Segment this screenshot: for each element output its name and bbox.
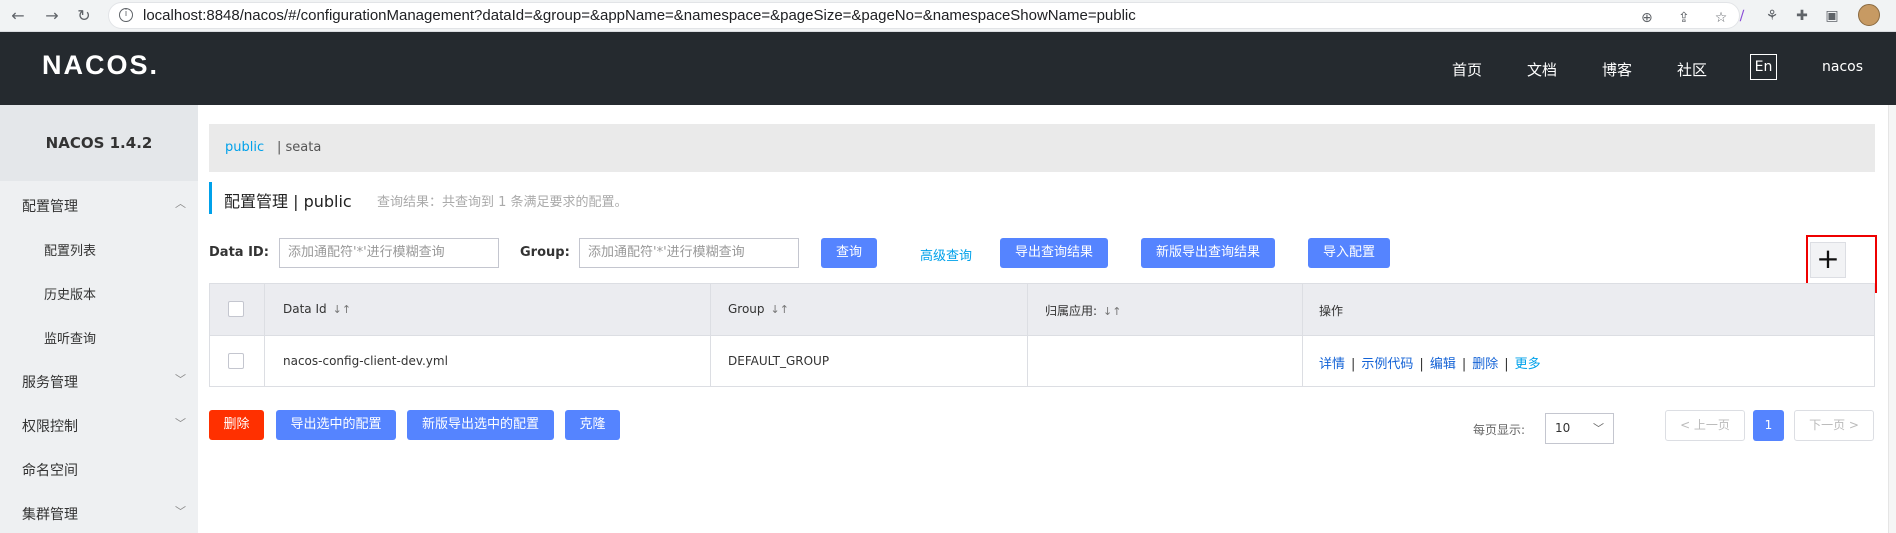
bookmark-star-icon[interactable]: ☆ <box>1711 10 1731 26</box>
extension-pen-icon[interactable]: ∕ <box>1732 6 1752 26</box>
result-summary: 查询结果：共查询到 1 条满足要求的配置。 <box>377 195 628 210</box>
nacos-logo[interactable]: NACOS. <box>42 50 159 81</box>
header-label: Group <box>728 302 765 316</box>
export-results-button[interactable]: 导出查询结果 <box>1000 238 1108 268</box>
add-config-button[interactable]: + <box>1810 242 1846 278</box>
namespace-seata[interactable]: | seata <box>277 140 321 155</box>
query-button[interactable]: 查询 <box>821 238 877 268</box>
sidebar-item-cluster-management[interactable]: 集群管理 ﹀ <box>0 493 198 533</box>
url-text[interactable]: localhost:8848/nacos/#/configurationMana… <box>143 7 1136 24</box>
sort-icon[interactable]: ↓↑ <box>1103 305 1121 318</box>
user-menu[interactable]: nacos <box>1822 59 1863 75</box>
details-link[interactable]: 详情 <box>1319 357 1345 372</box>
site-info-icon[interactable]: i <box>119 8 133 22</box>
extensions-puzzle-icon[interactable]: ✚ <box>1792 6 1812 26</box>
column-divider <box>1027 284 1028 386</box>
row-checkbox[interactable] <box>228 353 244 369</box>
sort-icon[interactable]: ↓↑ <box>771 303 789 316</box>
sort-icon[interactable]: ↓↑ <box>333 303 351 316</box>
top-navbar: NACOS. 首页 文档 博客 社区 En nacos <box>0 32 1896 105</box>
table-header: Data Id ↓↑ Group ↓↑ 归属应用: ↓↑ 操作 <box>210 284 1874 336</box>
chevron-down-icon: ﹀ <box>175 417 186 430</box>
sidebar-item-service-management[interactable]: 服务管理 ﹀ <box>0 361 198 401</box>
cell-data-id: nacos-config-client-dev.yml <box>283 354 448 368</box>
header-group[interactable]: Group ↓↑ <box>728 302 789 316</box>
import-config-button[interactable]: 导入配置 <box>1308 238 1390 268</box>
forward-icon[interactable]: → <box>40 4 64 28</box>
sidebar-item-label: 服务管理 <box>22 375 78 391</box>
edit-link[interactable]: 编辑 <box>1430 357 1456 372</box>
row-actions: 详情 | 示例代码 | 编辑 | 删除 | 更多 <box>1319 357 1541 372</box>
sidebar-item-config-list[interactable]: 配置列表 <box>0 229 198 269</box>
nav-docs[interactable]: 文档 <box>1527 59 1557 80</box>
profile-avatar[interactable] <box>1858 4 1880 26</box>
sidebar-item-history[interactable]: 历史版本 <box>0 273 198 313</box>
header-app[interactable]: 归属应用: ↓↑ <box>1045 302 1121 319</box>
chevron-up-icon: ︿ <box>175 197 186 210</box>
chevron-down-icon: ﹀ <box>1593 422 1604 435</box>
sidebar-item-label: 权限控制 <box>22 419 78 435</box>
current-page-button[interactable]: 1 <box>1753 410 1784 441</box>
sidebar-item-label: 命名空间 <box>22 463 78 479</box>
version-label: NACOS 1.4.2 <box>0 105 198 181</box>
namespace-public[interactable]: public <box>225 140 264 155</box>
dataid-input[interactable]: 添加通配符'*'进行模糊查询 <box>279 238 499 268</box>
clone-button[interactable]: 克隆 <box>565 410 620 440</box>
sidepanel-icon[interactable]: ▣ <box>1822 6 1842 26</box>
extension-icon[interactable]: ⚘ <box>1762 6 1782 26</box>
reload-icon[interactable]: ↻ <box>72 4 96 28</box>
group-input[interactable]: 添加通配符'*'进行模糊查询 <box>579 238 799 268</box>
header-ops: 操作 <box>1319 304 1344 318</box>
prev-page-button[interactable]: < 上一页 <box>1665 410 1745 441</box>
sidebar-item-label: 集群管理 <box>22 507 78 523</box>
page-title: 配置管理 | public <box>224 192 352 211</box>
delete-link[interactable]: 删除 <box>1472 357 1498 372</box>
chevron-down-icon: ﹀ <box>175 505 186 518</box>
share-icon[interactable]: ⇪ <box>1674 10 1694 26</box>
group-label: Group: <box>520 245 570 260</box>
sidebar: NACOS 1.4.2 配置管理 ︿ 配置列表 历史版本 监听查询 服务管理 ﹀… <box>0 105 198 533</box>
config-table: Data Id ↓↑ Group ↓↑ 归属应用: ↓↑ 操作 nacos-confi… <box>209 283 1875 387</box>
advanced-query-link[interactable]: 高级查询 <box>920 245 972 264</box>
nav-community[interactable]: 社区 <box>1677 59 1707 80</box>
sidebar-item-config-management[interactable]: 配置管理 ︿ <box>0 185 198 225</box>
cell-group: DEFAULT_GROUP <box>728 354 830 368</box>
sidebar-item-label: 监听查询 <box>44 332 97 347</box>
sidebar-item-label: 配置列表 <box>44 244 97 259</box>
header-label: 归属应用: <box>1045 304 1098 318</box>
select-all-checkbox[interactable] <box>228 301 244 317</box>
column-divider <box>710 284 711 386</box>
next-page-button[interactable]: 下一页 > <box>1794 410 1874 441</box>
sidebar-item-access-control[interactable]: 权限控制 ﹀ <box>0 405 198 445</box>
browser-chrome: ← → ↻ i localhost:8848/nacos/#/configura… <box>0 0 1896 32</box>
address-bar[interactable]: i localhost:8848/nacos/#/configurationMa… <box>108 2 1740 29</box>
dataid-label: Data ID: <box>209 245 269 260</box>
scrollbar[interactable] <box>1888 105 1896 533</box>
nav-blog[interactable]: 博客 <box>1602 59 1632 80</box>
page-size-label: 每页显示: <box>1473 423 1526 437</box>
delete-selected-button[interactable]: 删除 <box>209 410 264 440</box>
sample-code-link[interactable]: 示例代码 <box>1361 357 1413 372</box>
back-icon[interactable]: ← <box>6 4 30 28</box>
language-toggle[interactable]: En <box>1750 54 1777 80</box>
header-data-id[interactable]: Data Id ↓↑ <box>283 302 351 316</box>
sidebar-item-namespace[interactable]: 命名空间 <box>0 449 198 489</box>
new-export-results-button[interactable]: 新版导出查询结果 <box>1141 238 1275 268</box>
header-label: Data Id <box>283 302 327 316</box>
sidebar-item-label: 配置管理 <box>22 199 78 215</box>
zoom-icon[interactable]: ⊕ <box>1637 10 1657 26</box>
column-divider <box>1302 284 1303 386</box>
column-divider <box>264 284 265 386</box>
more-link[interactable]: 更多 <box>1515 357 1541 372</box>
page-size-select[interactable]: 10 ﹀ <box>1545 413 1614 444</box>
chevron-down-icon: ﹀ <box>175 373 186 386</box>
sidebar-item-listener-query[interactable]: 监听查询 <box>0 317 198 357</box>
export-selected-button[interactable]: 导出选中的配置 <box>276 410 396 440</box>
new-export-selected-button[interactable]: 新版导出选中的配置 <box>407 410 554 440</box>
nav-home[interactable]: 首页 <box>1452 59 1482 80</box>
namespace-bar: public | seata <box>209 124 1875 172</box>
sidebar-item-label: 历史版本 <box>44 288 97 303</box>
title-accent <box>209 182 212 214</box>
page-size-value: 10 <box>1555 421 1571 435</box>
